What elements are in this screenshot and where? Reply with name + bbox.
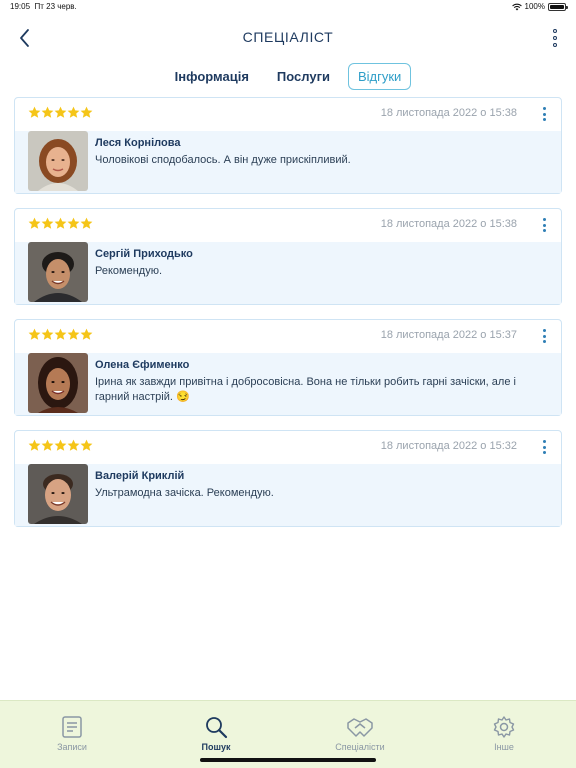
nav-label: Пошук <box>201 742 231 752</box>
star-icon <box>41 439 54 451</box>
star-icon <box>28 106 41 118</box>
avatar <box>28 353 88 413</box>
star-icon <box>28 217 41 229</box>
review-card: 18 листопада 2022 о 15:38 Леся Корнілова… <box>14 97 562 194</box>
star-icon <box>54 217 67 229</box>
star-icon <box>80 439 93 451</box>
rating-stars <box>28 439 93 452</box>
nav-item-records[interactable]: Записи <box>22 715 122 752</box>
tab-services[interactable]: Послуги <box>267 63 340 90</box>
avatar <box>28 464 88 524</box>
header: СПЕЦІАЛІСТ <box>0 22 576 54</box>
nav-label: Спеціалісти <box>335 742 385 752</box>
reviewer-name: Сергій Приходько <box>95 248 193 260</box>
status-bar: 19:05 Пт 23 черв. 100% <box>0 0 576 14</box>
star-icon <box>41 106 54 118</box>
status-indicators: 100% <box>511 2 568 11</box>
bottom-nav: Записи Пошук Спеціалісти Інше <box>0 700 576 768</box>
review-date: 18 листопада 2022 о 15:38 <box>380 107 517 119</box>
home-indicator[interactable] <box>200 758 376 762</box>
search-icon <box>206 717 228 739</box>
rating-stars <box>28 217 93 230</box>
nav-label: Інше <box>494 742 514 752</box>
header-more-button[interactable] <box>550 27 560 49</box>
page-title: СПЕЦІАЛІСТ <box>242 29 334 45</box>
tab-reviews[interactable]: Відгуки <box>347 62 412 90</box>
star-icon <box>41 328 54 340</box>
review-more-button[interactable] <box>543 329 547 343</box>
star-icon <box>67 106 80 118</box>
review-date: 18 листопада 2022 о 15:37 <box>380 329 517 341</box>
star-icon <box>28 439 41 451</box>
wifi-icon <box>511 3 522 10</box>
status-date: Пт 23 черв. <box>34 2 77 11</box>
reviewer-name: Валерій Криклій <box>95 470 185 482</box>
gear-icon <box>493 716 515 738</box>
rating-stars <box>28 106 93 119</box>
nav-item-specialists[interactable]: Спеціалісти <box>310 715 410 752</box>
review-more-button[interactable] <box>543 440 547 454</box>
review-more-button[interactable] <box>543 218 547 232</box>
star-icon <box>54 106 67 118</box>
battery-icon <box>548 2 568 11</box>
battery-percent: 100% <box>524 2 545 11</box>
status-clock: 19:05 <box>10 2 31 11</box>
star-icon <box>54 328 67 340</box>
status-time: 19:05 Пт 23 черв. <box>10 2 77 11</box>
clipboard-icon <box>62 716 82 738</box>
reviewer-name: Олена Єфименко <box>95 359 190 371</box>
star-icon <box>54 439 67 451</box>
star-icon <box>80 106 93 118</box>
review-text: Рекомендую. <box>95 265 163 277</box>
star-icon <box>80 217 93 229</box>
tab-info[interactable]: Інформація <box>165 63 259 90</box>
review-date: 18 листопада 2022 о 15:38 <box>380 218 517 230</box>
avatar <box>28 131 88 191</box>
review-more-button[interactable] <box>543 107 547 121</box>
star-icon <box>80 328 93 340</box>
review-card: 18 листопада 2022 о 15:38 Сергій Приходь… <box>14 208 562 305</box>
nav-item-search[interactable]: Пошук <box>166 715 266 752</box>
review-date: 18 листопада 2022 о 15:32 <box>380 440 517 452</box>
star-icon <box>41 217 54 229</box>
handshake-icon <box>347 718 373 737</box>
reviews-list: 18 листопада 2022 о 15:38 Леся Корнілова… <box>14 97 562 541</box>
star-icon <box>28 328 41 340</box>
segmented-tabs: Інформація Послуги Відгуки <box>0 62 576 90</box>
more-vertical-icon <box>553 29 557 33</box>
star-icon <box>67 328 80 340</box>
nav-label: Записи <box>57 742 87 752</box>
review-text: Ультрамодна зачіска. Рекомендую. <box>95 487 274 499</box>
review-card: 18 листопада 2022 о 15:37 Олена Єфименко… <box>14 319 562 416</box>
reviewer-name: Леся Корнілова <box>95 137 181 149</box>
review-text: Ірина як завжди привітна і добросовісна.… <box>95 376 516 403</box>
star-icon <box>67 439 80 451</box>
star-icon <box>67 217 80 229</box>
review-text: Чоловікові сподобалось. А він дуже приск… <box>95 154 351 166</box>
avatar <box>28 242 88 302</box>
nav-item-other[interactable]: Інше <box>454 715 554 752</box>
review-card: 18 листопада 2022 о 15:32 Валерій Криклі… <box>14 430 562 527</box>
rating-stars <box>28 328 93 341</box>
